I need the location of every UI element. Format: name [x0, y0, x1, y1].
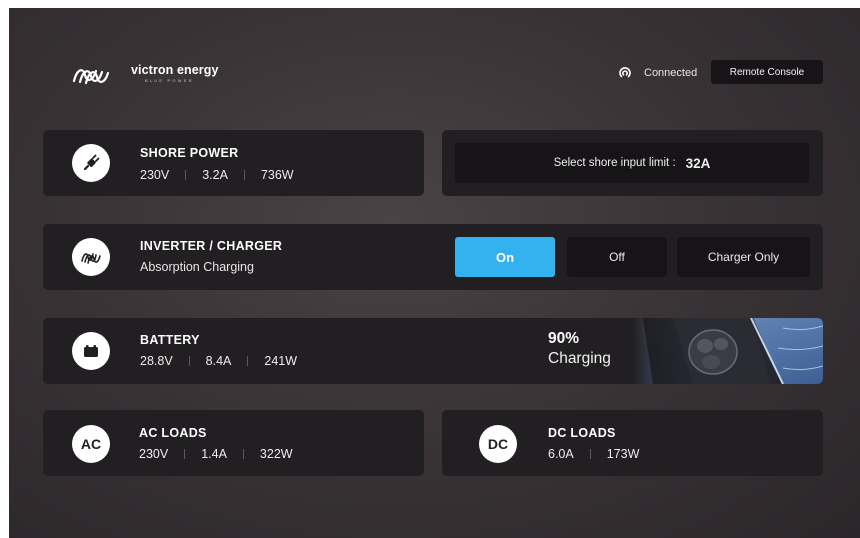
shore-limit-label: Select shore input limit : [553, 157, 676, 169]
screen: victron energy BLUE POWER Connected Remo… [9, 8, 860, 538]
divider [188, 356, 190, 366]
ac-loads-metrics: 230V 1.4A 322W [139, 447, 293, 461]
remote-console-button[interactable]: Remote Console [711, 60, 823, 84]
plug-icon [83, 154, 100, 171]
inverter-state: Absorption Charging [140, 260, 254, 274]
battery-icon-circle [72, 332, 110, 370]
connection-label: Connected [644, 67, 698, 79]
ac-loads-title: AC LOADS [139, 426, 207, 440]
battery-metrics: 28.8V 8.4A 241W [140, 354, 297, 368]
divider [247, 356, 249, 366]
dc-icon: DC [487, 436, 509, 452]
victron-logo: victron energy BLUE POWER [71, 61, 219, 87]
shore-power-current: 3.2A [202, 168, 228, 182]
shore-input-limit-button[interactable]: Select shore input limit : 32A [455, 143, 809, 183]
battery-icon [84, 345, 98, 357]
victron-wave-icon [81, 253, 101, 264]
shore-limit-value: 32A [685, 155, 711, 171]
boat-photo [633, 318, 823, 384]
brand-tagline: BLUE POWER [145, 78, 194, 83]
divider [184, 449, 186, 459]
mode-on-button[interactable]: On [455, 237, 555, 277]
battery-state: Charging [548, 350, 611, 367]
inverter-icon-circle [72, 238, 110, 276]
dc-loads-title: DC LOADS [548, 426, 616, 440]
ac-loads-current: 1.4A [201, 447, 227, 461]
battery-voltage: 28.8V [140, 354, 173, 368]
ac-loads-card: AC AC LOADS 230V 1.4A 322W [43, 410, 424, 476]
dc-icon-circle: DC [479, 425, 517, 463]
shore-power-metrics: 230V 3.2A 736W [140, 168, 294, 182]
shore-power-icon-circle [72, 144, 110, 182]
boat-deck-image [643, 318, 823, 384]
mode-off-button[interactable]: Off [567, 237, 667, 277]
mode-charger-only-button[interactable]: Charger Only [677, 237, 810, 277]
shore-power-watts: 736W [260, 168, 294, 182]
divider [589, 449, 591, 459]
ac-icon: AC [80, 436, 102, 452]
shore-limit-card: Select shore input limit : 32A [442, 130, 823, 196]
inverter-charger-card: INVERTER / CHARGER Absorption Charging O… [43, 224, 823, 290]
dc-loads-card: DC DC LOADS 6.0A 173W [442, 410, 823, 476]
battery-watts: 241W [264, 354, 298, 368]
ac-loads-voltage: 230V [139, 447, 169, 461]
battery-title: BATTERY [140, 333, 200, 347]
brand-name: victron energy [131, 63, 219, 77]
divider [242, 449, 244, 459]
divider [185, 170, 187, 180]
shore-power-voltage: 230V [140, 168, 170, 182]
dc-loads-metrics: 6.0A 173W [548, 447, 639, 461]
dc-loads-watts: 173W [606, 447, 640, 461]
battery-soc: 90% [548, 330, 580, 347]
battery-current: 8.4A [205, 354, 232, 368]
divider [243, 170, 245, 180]
shore-power-card: SHORE POWER 230V 3.2A 736W [43, 130, 424, 196]
connection-status: Connected [618, 66, 697, 80]
dc-loads-current: 6.0A [548, 447, 574, 461]
ac-icon-circle: AC [72, 425, 110, 463]
wifi-signal-icon [619, 67, 631, 78]
victron-wave-icon [72, 69, 110, 85]
shore-power-title: SHORE POWER [140, 146, 239, 160]
inverter-title: INVERTER / CHARGER [140, 239, 283, 253]
battery-card: BATTERY 28.8V 8.4A 241W 90% Charging [43, 318, 823, 384]
ac-loads-watts: 322W [259, 447, 293, 461]
